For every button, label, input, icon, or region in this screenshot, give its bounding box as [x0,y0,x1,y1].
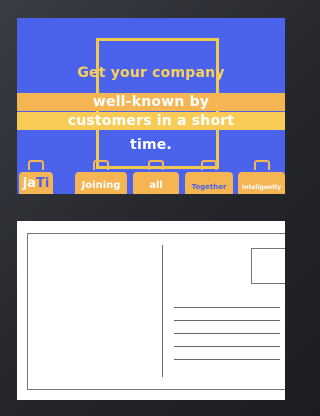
brand-logo: jaTi [19,176,53,191]
word-suitcase: Inteligently [238,160,285,194]
word-label: Inteligently [241,184,282,191]
message-divider [162,245,163,377]
postcard-back [17,221,285,400]
address-line [174,346,280,347]
suitcase-icon [93,160,109,170]
headline-line: customers in a short [67,113,235,129]
stamp-box [251,248,285,284]
word-label: Joining [81,180,121,191]
brand-prefix: ja [22,176,36,191]
headline-line: Get your company [77,65,225,81]
word-label: Together [191,183,227,191]
address-line [174,320,280,321]
suitcase-icon [201,160,217,170]
postcard-front: Get your company well-known by customers… [17,18,285,194]
suitcase-icon [253,160,270,170]
address-line [174,307,280,308]
word-suitcase: Together [185,160,233,194]
word-label: all [149,180,163,191]
address-line [174,359,280,360]
suitcase-icon [28,160,44,170]
postcard-border [27,233,285,390]
address-line [174,333,280,334]
suitcase-icon [148,160,164,170]
word-suitcase: Joining [75,160,127,194]
headline-line: time. [130,137,172,153]
brand-highlight: Ti [35,176,50,191]
headline-line: well-known by [92,94,210,110]
word-suitcase: all [133,160,179,194]
canvas: Get your company well-known by customers… [0,0,285,416]
brand-suitcase: jaTi [19,160,53,194]
